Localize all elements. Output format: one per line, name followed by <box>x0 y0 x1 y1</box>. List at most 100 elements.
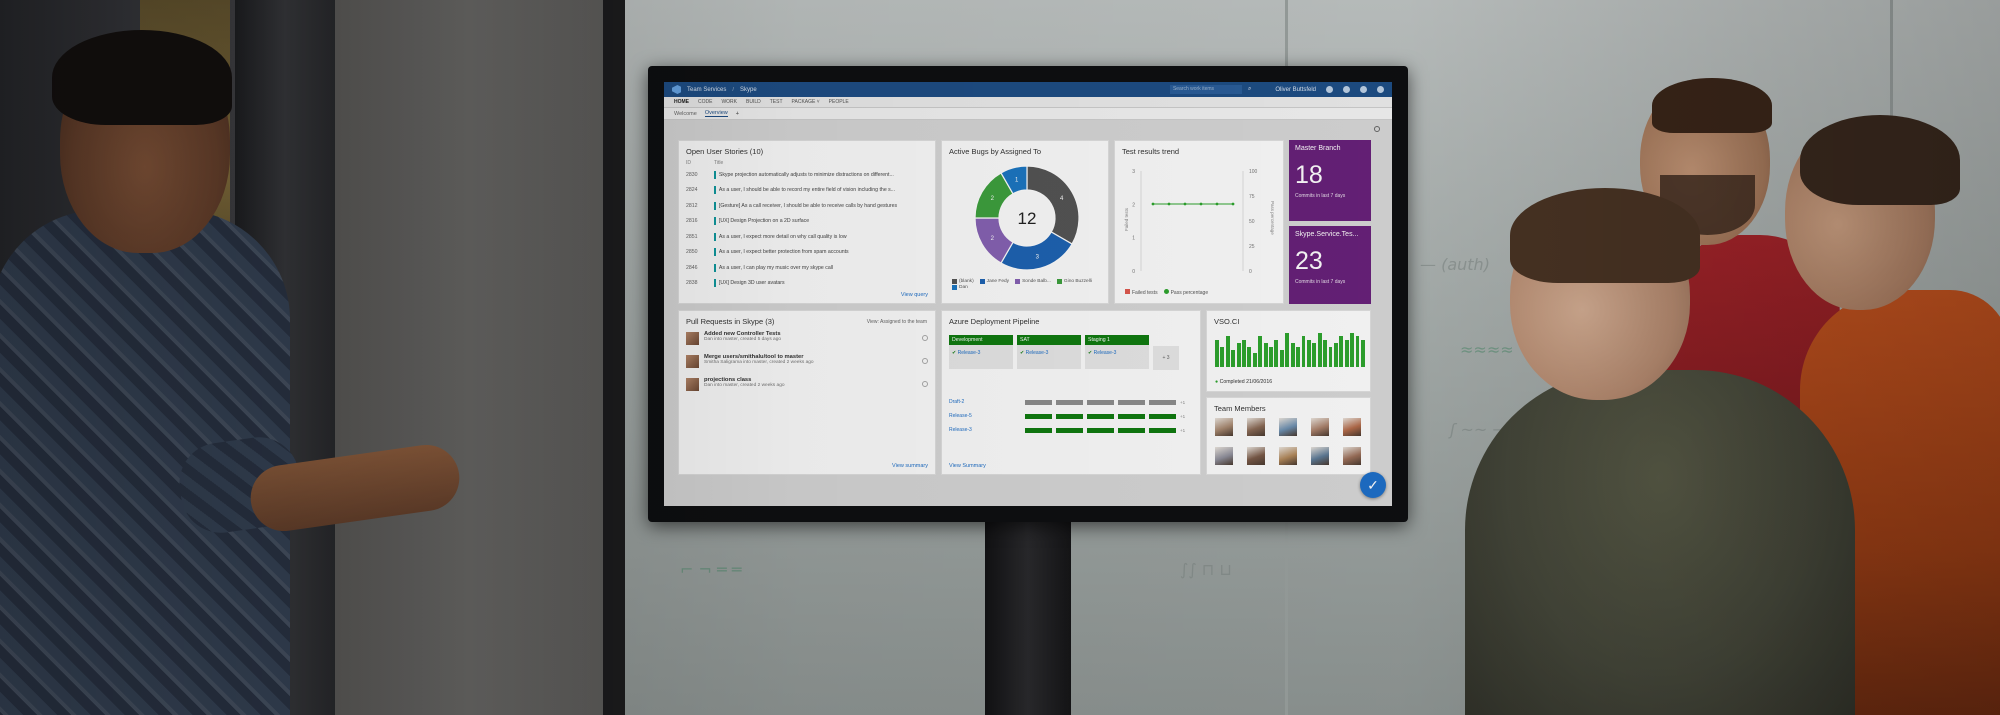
avatar[interactable] <box>1247 447 1265 465</box>
gear-icon[interactable] <box>1374 126 1380 132</box>
build-bar[interactable] <box>1317 333 1322 367</box>
list-item[interactable]: 2838 [UX] Design 3D user avatars <box>679 276 935 292</box>
hub-home[interactable]: HOME <box>674 99 689 105</box>
help-icon[interactable] <box>1343 86 1350 93</box>
story-title[interactable]: As a user, I can play my music over my s… <box>719 265 928 271</box>
pull-request-row[interactable]: Added new Controller Tests Dan into maste… <box>679 329 935 352</box>
stage-sat[interactable]: SAT Release-3 <box>1017 335 1081 370</box>
stage-release[interactable]: Release-3 <box>1085 345 1149 369</box>
pull-request-row[interactable]: projections class Dan into master, create… <box>679 375 935 398</box>
build-bar[interactable] <box>1252 353 1257 367</box>
story-title[interactable]: [UX] Design 3D user avatars <box>719 280 928 286</box>
story-title[interactable]: [UX] Design Projection on a 2D surface <box>719 218 928 224</box>
view-summary-link[interactable]: View summary <box>892 463 928 469</box>
hub-code[interactable]: CODE <box>698 99 712 105</box>
tab-welcome[interactable]: Welcome <box>674 111 697 117</box>
story-title[interactable]: As a user, I expect better protection fr… <box>719 249 928 255</box>
build-bar[interactable] <box>1301 336 1306 367</box>
release-row[interactable]: Draft-2 +1 <box>949 395 1195 409</box>
release-row[interactable]: Release-3 +1 <box>949 423 1195 437</box>
release-name[interactable]: Draft-2 <box>949 399 1025 405</box>
stage-release[interactable]: Release-3 <box>1017 345 1081 369</box>
build-bar[interactable] <box>1274 339 1279 367</box>
master-branch-widget[interactable]: Master Branch 18 Commits in last 7 days <box>1289 140 1371 221</box>
more-stages-button[interactable]: + 3 <box>1153 346 1179 370</box>
story-title[interactable]: [Gesture] As a call receiver, I should b… <box>719 203 928 209</box>
stage-release[interactable]: Release-3 <box>949 345 1013 369</box>
test-trend-chart[interactable]: 3 2 1 0 100 75 50 25 0 Failed tests Pass percentag… <box>1123 161 1279 281</box>
build-bar[interactable] <box>1344 339 1349 367</box>
donut-slice[interactable] <box>1000 231 1073 271</box>
check-icon[interactable]: ✓ <box>1360 472 1386 498</box>
build-bar[interactable] <box>1247 346 1252 367</box>
build-bar[interactable] <box>1269 346 1273 367</box>
avatar[interactable] <box>1279 447 1297 465</box>
build-bar[interactable] <box>1220 346 1225 367</box>
build-bar[interactable] <box>1242 339 1246 367</box>
search-input[interactable]: Search work items <box>1169 85 1242 94</box>
view-query-link[interactable]: View query <box>901 292 928 298</box>
build-bar[interactable] <box>1263 343 1268 367</box>
build-bar[interactable] <box>1231 350 1236 367</box>
hub-package[interactable]: PACKAGE ˅ <box>792 99 820 105</box>
release-name[interactable]: Release-3 <box>949 427 1025 433</box>
avatar[interactable] <box>1343 447 1361 465</box>
build-bar[interactable] <box>1236 343 1241 367</box>
user-name[interactable]: Oliver Buttsfeld <box>1275 87 1316 93</box>
stage-development[interactable]: Development Release-3 <box>949 335 1013 370</box>
avatar[interactable] <box>1311 447 1329 465</box>
bugs-donut-chart[interactable]: 4322112 <box>972 163 1082 273</box>
list-item[interactable]: 2816 [UX] Design Projection on a 2D surfa… <box>679 214 935 230</box>
list-item[interactable]: 2824 As a user, I should be able to recor… <box>679 183 935 199</box>
story-title[interactable]: As a user, I should be able to record my… <box>719 187 928 193</box>
build-bar[interactable] <box>1333 343 1338 367</box>
release-row[interactable]: Release-5 +1 <box>949 409 1195 423</box>
pull-request-row[interactable]: Merge users/smithalu/tool to master Smith… <box>679 352 935 375</box>
view-filter[interactable]: View: Assigned to the team <box>867 319 927 325</box>
hub-build[interactable]: BUILD <box>746 99 761 105</box>
build-bar[interactable] <box>1360 339 1365 367</box>
build-bar[interactable] <box>1339 336 1344 367</box>
search-icon[interactable]: ⌕ <box>1248 86 1251 93</box>
story-title[interactable]: As a user, I expect more detail on why c… <box>719 234 928 240</box>
build-bar[interactable] <box>1258 336 1263 367</box>
visual-studio-logo-icon[interactable] <box>672 85 681 94</box>
build-bar[interactable] <box>1290 343 1295 367</box>
list-item[interactable]: 2851 As a user, I expect more detail on w… <box>679 229 935 245</box>
hub-people[interactable]: PEOPLE <box>829 99 849 105</box>
list-item[interactable]: 2812 [Gesture] As a call receiver, I shou… <box>679 198 935 214</box>
build-bar[interactable] <box>1296 346 1300 367</box>
avatar[interactable] <box>1215 447 1233 465</box>
project-label[interactable]: Skype <box>740 87 757 93</box>
view-summary-link[interactable]: View Summary <box>949 463 986 469</box>
build-bar[interactable] <box>1306 339 1311 367</box>
brand-label[interactable]: Team Services <box>687 87 726 93</box>
story-title[interactable]: Skype projection automatically adjusts t… <box>719 172 928 178</box>
build-bar[interactable] <box>1350 333 1355 367</box>
skype-service-widget[interactable]: Skype.Service.Tes... 23 Commits in last … <box>1289 226 1371 304</box>
stage-staging-1[interactable]: Staging 1 Release-3 <box>1085 335 1149 370</box>
settings-icon[interactable] <box>1360 86 1367 93</box>
notifications-icon[interactable] <box>1326 86 1333 93</box>
build-bar[interactable] <box>1323 339 1328 367</box>
list-item[interactable]: 2830 Skype projection automatically adjus… <box>679 167 935 183</box>
build-bar[interactable] <box>1355 336 1360 367</box>
build-history-chart[interactable] <box>1215 333 1365 367</box>
tab-overview[interactable]: Overview <box>704 110 728 117</box>
build-bar[interactable] <box>1285 333 1290 367</box>
build-bar[interactable] <box>1312 343 1317 367</box>
donut-slice[interactable] <box>1026 165 1080 245</box>
build-bar[interactable] <box>1225 336 1230 367</box>
build-bar[interactable] <box>1328 346 1333 367</box>
list-item[interactable]: 2850 As a user, I expect better protectio… <box>679 245 935 261</box>
release-name[interactable]: Release-5 <box>949 413 1025 419</box>
avatar[interactable] <box>1215 418 1233 436</box>
hub-test[interactable]: TEST <box>770 99 783 105</box>
avatar[interactable] <box>1311 418 1329 436</box>
avatar[interactable] <box>1247 418 1265 436</box>
list-item[interactable]: 2846 As a user, I can play my music over … <box>679 260 935 276</box>
hub-work[interactable]: WORK <box>721 99 737 105</box>
build-bar[interactable] <box>1215 339 1219 367</box>
avatar[interactable] <box>1377 86 1384 93</box>
add-dashboard-button[interactable]: + <box>736 111 739 117</box>
